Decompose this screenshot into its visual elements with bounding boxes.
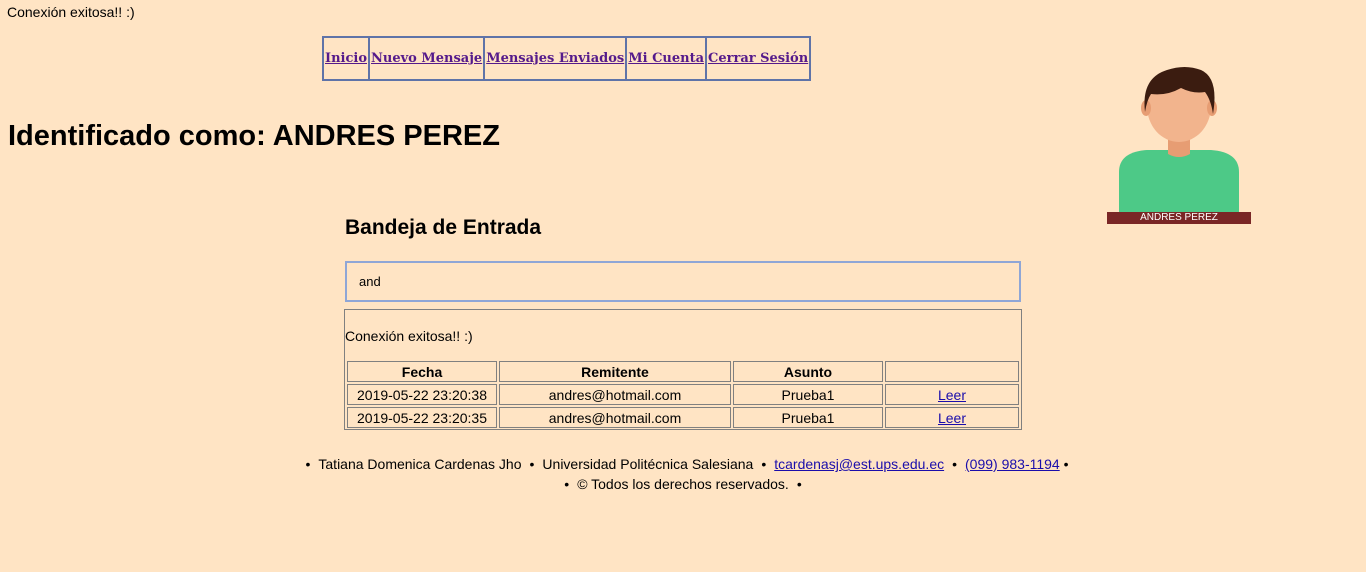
cell-subject: Prueba1 — [733, 384, 883, 405]
nav-mensajes-enviados[interactable]: Mensajes Enviados — [483, 36, 628, 81]
results-connection-status: Conexión exitosa!! :) — [345, 328, 473, 344]
bullet-separator: • — [564, 476, 570, 492]
footer-author: Tatiana Domenica Cardenas Jho — [318, 456, 522, 472]
bullet-separator: • — [529, 456, 535, 472]
footer-line-1: • Tatiana Domenica Cardenas Jho • Universid… — [0, 454, 1366, 474]
column-header-asunto: Asunto — [733, 361, 883, 382]
identified-user-heading: Identificado como: ANDRES PEREZ — [8, 120, 500, 152]
cell-action: Leer — [885, 407, 1019, 428]
table-header-row: Fecha Remitente Asunto — [347, 361, 1019, 382]
nav-inicio[interactable]: Inicio — [322, 36, 370, 81]
cell-date: 2019-05-22 23:20:38 — [347, 384, 497, 405]
footer-email-link[interactable]: tcardenasj@est.ups.edu.ec — [774, 456, 944, 472]
column-header-fecha: Fecha — [347, 361, 497, 382]
main-nav: Inicio Nuevo Mensaje Mensajes Enviados M… — [322, 36, 812, 81]
column-header-action — [885, 361, 1019, 382]
table-row: 2019-05-22 23:20:35 andres@hotmail.com P… — [347, 407, 1019, 428]
avatar-shirt — [1119, 150, 1239, 212]
footer-university: Universidad Politécnica Salesiana — [542, 456, 754, 472]
cell-date: 2019-05-22 23:20:35 — [347, 407, 497, 428]
inbox-title: Bandeja de Entrada — [345, 216, 542, 239]
footer-phone-link[interactable]: (099) 983-1194 — [965, 456, 1060, 472]
avatar-nameplate: ANDRES PEREZ — [1107, 212, 1251, 224]
footer-copyright: © Todos los derechos reservados. — [577, 476, 789, 492]
footer: • Tatiana Domenica Cardenas Jho • Universid… — [0, 454, 1366, 494]
bullet-separator: • — [1063, 456, 1069, 472]
cell-action: Leer — [885, 384, 1019, 405]
column-header-remitente: Remitente — [499, 361, 731, 382]
inbox-table: Fecha Remitente Asunto 2019-05-22 23:20:… — [345, 359, 1021, 430]
nav-nuevo-mensaje[interactable]: Nuevo Mensaje — [368, 36, 486, 81]
user-avatar-icon — [1119, 67, 1239, 212]
nav-cerrar-sesion[interactable]: Cerrar Sesión — [705, 36, 812, 81]
cell-sender: andres@hotmail.com — [499, 384, 731, 405]
bullet-separator: • — [305, 456, 311, 472]
search-input[interactable] — [345, 261, 1021, 302]
search-results: Conexión exitosa!! :) Fecha Remitente As… — [344, 309, 1022, 430]
cell-sender: andres@hotmail.com — [499, 407, 731, 428]
bullet-separator: • — [952, 456, 958, 472]
bullet-separator: • — [761, 456, 767, 472]
footer-line-2: • © Todos los derechos reservados. • — [0, 474, 1366, 494]
bullet-separator: • — [796, 476, 802, 492]
cell-subject: Prueba1 — [733, 407, 883, 428]
connection-status: Conexión exitosa!! :) — [7, 4, 135, 20]
read-link[interactable]: Leer — [938, 387, 966, 403]
read-link[interactable]: Leer — [938, 410, 966, 426]
nav-mi-cuenta[interactable]: Mi Cuenta — [625, 36, 708, 81]
table-row: 2019-05-22 23:20:38 andres@hotmail.com P… — [347, 384, 1019, 405]
